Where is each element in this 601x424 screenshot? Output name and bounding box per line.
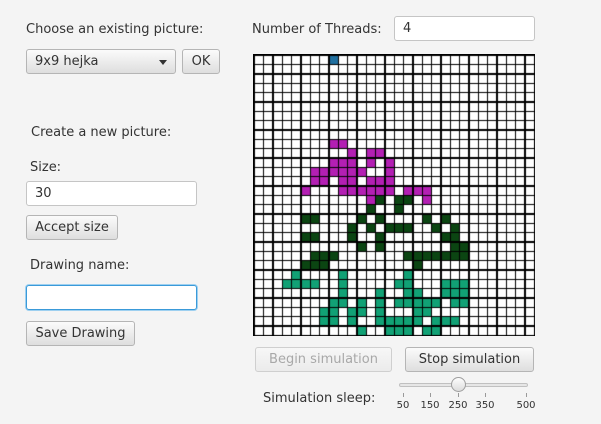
- slider-tick-250: [458, 393, 459, 397]
- threads-label: Number of Threads:: [252, 22, 382, 37]
- size-label: Size:: [30, 160, 62, 175]
- slider-tick-label: 50: [396, 400, 410, 411]
- slider-tick-500: [526, 393, 527, 397]
- threads-input[interactable]: [394, 16, 535, 41]
- picture-select-value: 9x9 hejka: [35, 54, 99, 69]
- picture-select[interactable]: 9x9 hejka: [26, 49, 176, 74]
- sleep-slider-thumb[interactable]: [451, 377, 466, 392]
- ok-button[interactable]: OK: [182, 49, 220, 74]
- size-input[interactable]: [26, 181, 197, 206]
- save-drawing-button[interactable]: Save Drawing: [26, 321, 135, 346]
- slider-tick-50: [403, 393, 404, 397]
- slider-tick-label: 350: [475, 400, 495, 411]
- slider-tick-label: 500: [516, 400, 536, 411]
- simulation-sleep-label: Simulation sleep:: [263, 391, 376, 406]
- drawing-name-label: Drawing name:: [30, 258, 130, 273]
- slider-tick-label: 250: [448, 400, 468, 411]
- create-picture-label: Create a new picture:: [31, 125, 172, 140]
- slider-tick-350: [485, 393, 486, 397]
- chevron-down-icon: [159, 60, 167, 65]
- accept-size-button[interactable]: Accept size: [26, 215, 118, 240]
- stop-simulation-button[interactable]: Stop simulation: [405, 347, 534, 372]
- slider-tick-label: 150: [420, 400, 440, 411]
- drawing-name-input[interactable]: [26, 285, 197, 310]
- slider-tick-150: [430, 393, 431, 397]
- picture-grid-canvas[interactable]: [253, 54, 535, 336]
- begin-simulation-button[interactable]: Begin simulation: [255, 347, 392, 372]
- choose-picture-label: Choose an existing picture:: [26, 22, 204, 37]
